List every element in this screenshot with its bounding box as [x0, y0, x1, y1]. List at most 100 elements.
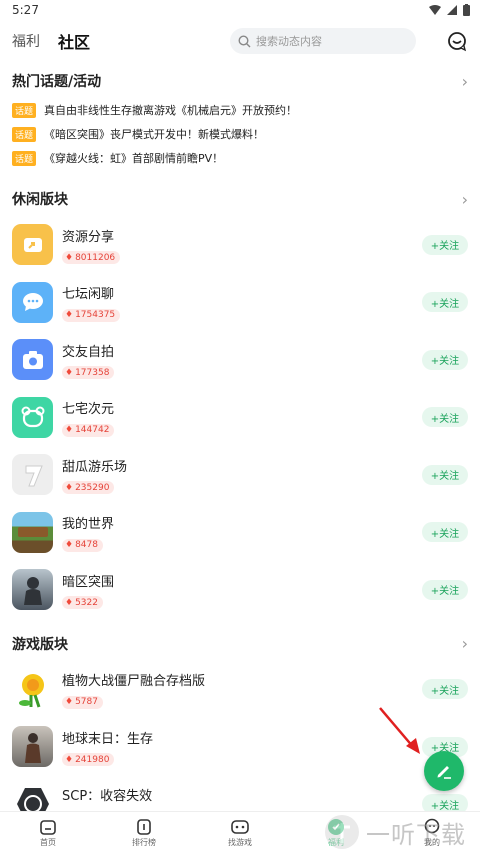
follow-button[interactable]: +关注 — [422, 679, 468, 700]
forum-item[interactable]: 交友自拍 ♦ 177358 +关注 — [0, 331, 480, 389]
chat-bubble-icon — [12, 281, 53, 323]
forum-item[interactable]: 甜瓜游乐场 ♦ 235290 +关注 — [0, 446, 480, 504]
topic-tag: 话题 — [12, 150, 37, 166]
flame-icon: ♦ — [65, 252, 74, 263]
gamepad-icon — [231, 819, 249, 834]
chevron-right-icon[interactable]: › — [462, 72, 468, 91]
watermark-text: 一听下载 — [366, 820, 466, 849]
flame-icon: ♦ — [65, 597, 74, 608]
arena-breakout-icon — [12, 569, 53, 611]
status-bar: 5:27 — [0, 0, 480, 20]
share-icon — [12, 224, 53, 266]
pencil-icon — [437, 766, 451, 779]
heat-count: 177358 — [75, 367, 110, 378]
topic-tag: 话题 — [12, 126, 37, 142]
heat-count: 241980 — [75, 754, 110, 765]
heat-count: 144742 — [75, 425, 110, 435]
topic-text: 《暗区突围》丧尸模式开发中！新模式爆料！ — [44, 128, 265, 141]
message-icon[interactable] — [446, 30, 468, 52]
follow-button[interactable]: +关注 — [422, 579, 468, 600]
pvz-flower-icon — [12, 668, 53, 710]
heat-badge: ♦ 8011206 — [62, 251, 121, 264]
heat-count: 5787 — [75, 697, 98, 707]
heat-badge: ♦ 144742 — [62, 423, 115, 437]
forum-name: 资源分享 — [62, 229, 115, 245]
games-header[interactable]: 游戏版块 › — [0, 627, 480, 661]
forum-item[interactable]: 暗区突围 ♦ 5322 +关注 — [0, 561, 480, 619]
heat-badge: ♦ 8478 — [62, 538, 103, 552]
nav-home[interactable]: 首页 — [0, 812, 96, 853]
topic-item[interactable]: 话题 《穿越火线：虹》首部剧情前瞻PV！ — [0, 146, 480, 170]
flame-icon: ♦ — [65, 482, 74, 493]
bear-icon — [12, 396, 53, 438]
heat-badge: ♦ 1754375 — [62, 308, 121, 322]
flame-icon: ♦ — [65, 367, 74, 378]
camera-icon — [12, 339, 53, 381]
flame-icon: ♦ — [65, 754, 74, 765]
chevron-right-icon[interactable]: › — [462, 634, 468, 653]
heat-count: 8011206 — [75, 252, 116, 263]
flame-icon: ♦ — [65, 425, 74, 435]
melon-playground-icon — [12, 454, 53, 496]
forum-name: 我的世界 — [62, 517, 115, 532]
topic-item[interactable]: 话题 真自由非线性生存撤离游戏《机械启元》开放预约！ — [0, 98, 480, 122]
watermark: 一听下载 — [322, 812, 480, 852]
heat-badge: ♦ 177358 — [62, 366, 115, 379]
hot-topics-list: 话题 真自由非线性生存撤离游戏《机械启元》开放预约！ 话题 《暗区突围》丧尸模式… — [0, 98, 480, 170]
forum-item[interactable]: 资源分享 ♦ 8011206 +关注 — [0, 216, 480, 274]
topic-text: 真自由非线性生存撤离游戏《机械启元》开放预约！ — [44, 104, 298, 117]
forum-name: 暗区突围 — [62, 574, 115, 590]
status-icons — [429, 4, 470, 16]
flame-icon: ♦ — [65, 697, 74, 707]
heat-badge: ♦ 5787 — [62, 695, 103, 709]
forum-name: 交友自拍 — [62, 344, 115, 360]
forum-item[interactable]: 七宅次元 ♦ 144742 +关注 — [0, 389, 480, 447]
search-icon — [238, 34, 251, 47]
search-input[interactable]: 搜索动态内容 — [230, 28, 416, 54]
forum-name: 七坛闲聊 — [62, 287, 115, 302]
heat-count: 5322 — [75, 597, 98, 608]
flame-icon: ♦ — [65, 310, 74, 320]
topic-text: 《穿越火线：虹》首部剧情前瞻PV！ — [44, 152, 224, 165]
leisure-header[interactable]: 休闲版块 › — [0, 182, 480, 216]
chevron-right-icon[interactable]: › — [462, 190, 468, 209]
forum-name: 甜瓜游乐场 — [62, 459, 128, 475]
heat-badge: ♦ 241980 — [62, 753, 115, 766]
signal-icon — [447, 5, 457, 15]
forum-item[interactable]: 我的世界 ♦ 8478 +关注 — [0, 504, 480, 562]
forum-item[interactable]: 七坛闲聊 ♦ 1754375 +关注 — [0, 274, 480, 332]
tab-welfare[interactable]: 福利 — [12, 31, 40, 51]
section-title: 热门话题/活动 — [12, 74, 102, 90]
flame-icon: ♦ — [65, 540, 74, 550]
section-title: 游戏版块 — [12, 636, 68, 653]
battery-icon — [463, 4, 470, 16]
ranking-icon — [137, 818, 151, 835]
follow-button[interactable]: +关注 — [422, 292, 468, 313]
forum-name: SCP：收容失效 — [62, 789, 153, 804]
status-time: 5:27 — [12, 3, 39, 17]
follow-button[interactable]: +关注 — [422, 349, 468, 370]
forum-name: 七宅次元 — [62, 402, 115, 417]
leisure-list: 资源分享 ♦ 8011206 +关注 七坛闲聊 ♦ 1754375 +关注 交友自拍… — [0, 216, 480, 619]
heat-count: 235290 — [75, 482, 110, 493]
heat-badge: ♦ 235290 — [62, 481, 115, 494]
tab-community[interactable]: 社区 — [58, 29, 90, 53]
forum-name: 地球末日：生存 — [62, 731, 154, 747]
heat-count: 1754375 — [75, 310, 116, 320]
nav-label: 找游戏 — [228, 837, 252, 847]
topic-item[interactable]: 话题 《暗区突围》丧尸模式开发中！新模式爆料！ — [0, 122, 480, 146]
follow-button[interactable]: +关注 — [422, 407, 468, 428]
topic-tag: 话题 — [12, 102, 37, 118]
hot-topics-header[interactable]: 热门话题/活动 › — [0, 64, 480, 98]
nav-find-games[interactable]: 找游戏 — [192, 812, 288, 853]
compose-button[interactable] — [424, 751, 464, 791]
nav-label: 排行榜 — [132, 837, 156, 847]
follow-button[interactable]: +关注 — [422, 522, 468, 543]
annotation-arrow — [379, 707, 420, 754]
follow-button[interactable]: +关注 — [422, 464, 468, 485]
follow-button[interactable]: +关注 — [422, 234, 468, 255]
nav-ranking[interactable]: 排行榜 — [96, 812, 192, 853]
section-title: 休闲版块 — [12, 192, 68, 208]
minecraft-icon — [12, 511, 53, 553]
watermark-logo — [325, 815, 359, 849]
